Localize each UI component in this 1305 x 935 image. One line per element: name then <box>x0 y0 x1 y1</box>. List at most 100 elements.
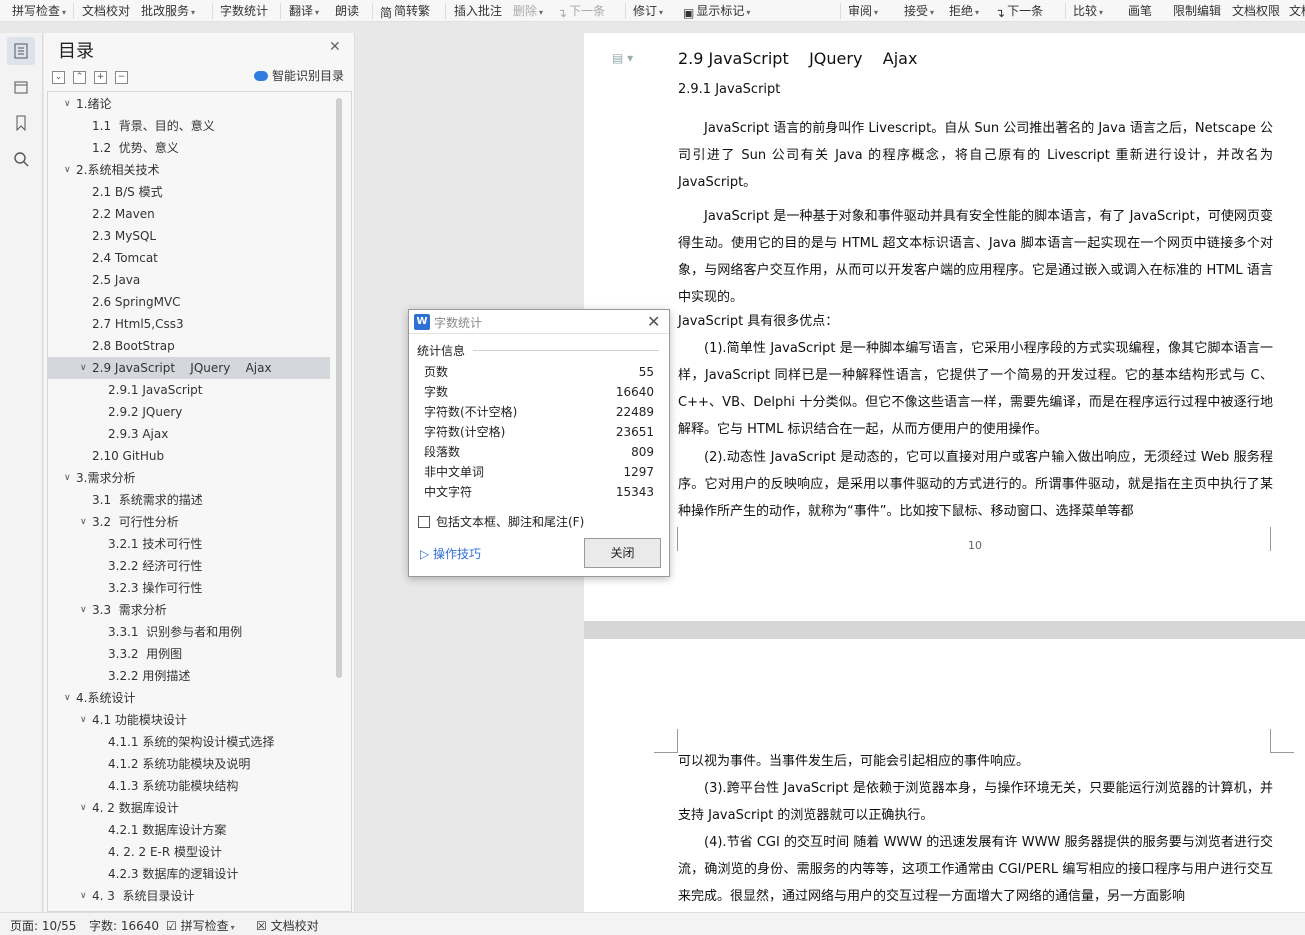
outline-item[interactable]: 2.9.3 Ajax <box>48 423 330 445</box>
chevron-down-icon[interactable]: ∨ <box>80 357 87 379</box>
toolbar-item-label: 简转繁 <box>394 4 431 18</box>
outline-scrollbar[interactable] <box>336 98 342 678</box>
toolbar-item[interactable]: 字数统计 <box>220 3 268 19</box>
toolbar-item[interactable]: 文档 <box>1289 3 1305 19</box>
outline-item[interactable]: 2.2 Maven <box>48 203 330 225</box>
chevron-down-icon[interactable]: ∨ <box>64 687 71 709</box>
add-heading-icon[interactable]: + <box>94 71 107 84</box>
outline-item[interactable]: 2.7 Html5,Css3 <box>48 313 330 335</box>
toolbar-item-icon: ↴ <box>995 6 1006 20</box>
outline-item[interactable]: 3.2.2 用例描述 <box>48 665 330 687</box>
toolbar-item[interactable]: 简简转繁 <box>380 3 431 20</box>
document-page[interactable]: ▤ ▾ 2.9 JavaScript JQuery Ajax 2.9.1 Jav… <box>584 33 1305 621</box>
toolbar-item[interactable]: 文档权限 <box>1232 3 1280 19</box>
outline-item[interactable]: 2.3 MySQL <box>48 225 330 247</box>
outline-item[interactable]: ∨ 4. 2 数据库设计 <box>48 797 330 819</box>
outline-item[interactable]: 4.1.3 系统功能模块结构 <box>48 775 330 797</box>
tips-link[interactable]: ▷ 操作技巧 <box>420 545 481 562</box>
outline-item[interactable]: 3.2.2 经济可行性 <box>48 555 330 577</box>
chevron-down-icon: ▾ <box>230 923 235 932</box>
chevron-down-icon[interactable]: ∨ <box>64 467 71 489</box>
outline-item[interactable]: ∨ 4. 3 系统目录设计 <box>48 885 330 907</box>
bookmark-icon[interactable] <box>7 109 35 137</box>
toolbar-item[interactable]: ↴ 下一条 <box>995 3 1043 20</box>
toolbar-item[interactable]: 批改服务 ▾ <box>141 3 195 19</box>
toolbar-item[interactable]: 审阅 ▾ <box>848 3 878 19</box>
search-icon[interactable] <box>7 145 35 173</box>
outline-item[interactable]: 2.5 Java <box>48 269 330 291</box>
outline-item[interactable]: 3.1 系统需求的描述 <box>48 489 330 511</box>
toolbar-item[interactable]: ▣ 显示标记 ▾ <box>683 3 750 20</box>
outline-item[interactable]: ∨ 3.2 可行性分析 <box>48 511 330 533</box>
outline-item[interactable]: 2.8 BootStrap <box>48 335 330 357</box>
toolbar-item[interactable]: ↴ 下一条 <box>557 3 605 20</box>
chevron-down-icon[interactable]: ∨ <box>64 93 71 115</box>
outline-item[interactable]: ∨ 2.系统相关技术 <box>48 159 330 181</box>
chevron-down-icon: ▾ <box>62 8 67 17</box>
word-count-indicator[interactable]: 字数: 16640 <box>89 917 159 934</box>
outline-item[interactable]: 3.3.2 用例图 <box>48 643 330 665</box>
close-icon[interactable]: ✕ <box>329 39 341 55</box>
section-title: 统计信息 <box>417 344 466 358</box>
outline-item[interactable]: ∨ 3.3 需求分析 <box>48 599 330 621</box>
include-textbox-checkbox[interactable]: 包括文本框、脚注和尾注(F) <box>418 513 584 530</box>
collapse-all-icon[interactable]: ⌄ <box>52 71 65 84</box>
toolbar-item-label: 删除 <box>513 4 538 18</box>
toolbar-item[interactable]: 限制编辑 <box>1173 3 1221 19</box>
remove-heading-icon[interactable]: − <box>115 71 128 84</box>
chapter-nav-icon[interactable] <box>7 73 35 101</box>
outline-item[interactable]: 4.1.2 系统功能模块及说明 <box>48 753 330 775</box>
toolbar-item[interactable]: 朗读 <box>335 3 359 19</box>
toolbar-item[interactable]: 翻译 ▾ <box>289 3 319 19</box>
dialog-titlebar[interactable]: W 字数统计 ✕ <box>409 310 669 334</box>
outline-item[interactable]: ∨ 2.9 JavaScript JQuery Ajax <box>48 357 330 379</box>
toolbar-item-label: 字数统计 <box>220 4 269 18</box>
expand-up-icon[interactable]: ⌃ <box>73 71 86 84</box>
outline-item[interactable]: ∨ 3.需求分析 <box>48 467 330 489</box>
outline-item[interactable]: 2.10 GitHub <box>48 445 330 467</box>
chevron-down-icon[interactable]: ∨ <box>80 599 87 621</box>
spell-check-status[interactable]: ☑ 拼写检查 ▾ <box>166 917 235 934</box>
toolbar-item[interactable]: 拼写检查 ▾ <box>12 3 66 19</box>
outline-item[interactable]: 2.6 SpringMVC <box>48 291 330 313</box>
chevron-down-icon[interactable]: ∨ <box>80 885 87 907</box>
outline-item[interactable]: 4.2.3 数据库的逻辑设计 <box>48 863 330 885</box>
outline-icon[interactable] <box>7 37 35 65</box>
toolbar-item[interactable]: 拒绝 ▾ <box>949 3 979 19</box>
chevron-down-icon[interactable]: ∨ <box>80 797 87 819</box>
toolbar-item[interactable]: 删除 ▾ <box>513 3 543 19</box>
toolbar-item[interactable]: 插入批注 <box>454 3 502 19</box>
toolbar-item[interactable]: 画笔 <box>1128 3 1152 19</box>
outline-item[interactable]: 3.2.1 技术可行性 <box>48 533 330 555</box>
smart-outline-button[interactable]: 智能识别目录 <box>254 67 344 84</box>
chevron-down-icon[interactable]: ∨ <box>64 159 71 181</box>
outline-item[interactable]: 4.1.1 系统的架构设计模式选择 <box>48 731 330 753</box>
toolbar-item[interactable]: 比较 ▾ <box>1073 3 1103 19</box>
outline-item[interactable]: ∨ 4.系统设计 <box>48 687 330 709</box>
outline-item[interactable]: 4.2.1 数据库设计方案 <box>48 819 330 841</box>
close-button[interactable]: 关闭 <box>584 538 661 568</box>
outline-item[interactable]: ∨ 4.1 功能模块设计 <box>48 709 330 731</box>
close-icon[interactable]: ✕ <box>647 312 660 331</box>
outline-item[interactable]: 2.1 B/S 模式 <box>48 181 330 203</box>
toolbar-item[interactable]: 接受 ▾ <box>904 3 934 19</box>
chevron-down-icon[interactable]: ∨ <box>80 709 87 731</box>
toolbar-item[interactable]: 文档校对 <box>82 3 130 19</box>
outline-item[interactable]: 2.9.1 JavaScript <box>48 379 330 401</box>
outline-item[interactable]: 2.9.2 JQuery <box>48 401 330 423</box>
outline-item[interactable]: 1.1 背景、目的、意义 <box>48 115 330 137</box>
outline-item[interactable]: 1.2 优势、意义 <box>48 137 330 159</box>
chevron-down-icon[interactable]: ∨ <box>80 511 87 533</box>
outline-item[interactable]: 3.3.1 识别参与者和用例 <box>48 621 330 643</box>
proofread-status[interactable]: ☒ 文档校对 <box>256 917 319 934</box>
outline-item-label: 4. 3 系统目录设计 <box>92 889 195 903</box>
outline-item[interactable]: 3.2.3 操作可行性 <box>48 577 330 599</box>
outline-item[interactable]: ∨ 1.绪论 <box>48 93 330 115</box>
tips-label: 操作技巧 <box>433 547 482 561</box>
document-page[interactable]: 可以视为事件。当事件发生后，可能会引起相应的事件响应。 (3).跨平台性 Java… <box>584 639 1305 912</box>
page-indicator[interactable]: 页面: 10/55 <box>10 917 76 934</box>
toolbar-item[interactable]: 修订 ▾ <box>633 3 663 19</box>
outline-item[interactable]: 4. 2. 2 E-R 模型设计 <box>48 841 330 863</box>
outline-item[interactable]: 2.4 Tomcat <box>48 247 330 269</box>
doc-menu-icon[interactable]: ▤ ▾ <box>612 51 633 65</box>
